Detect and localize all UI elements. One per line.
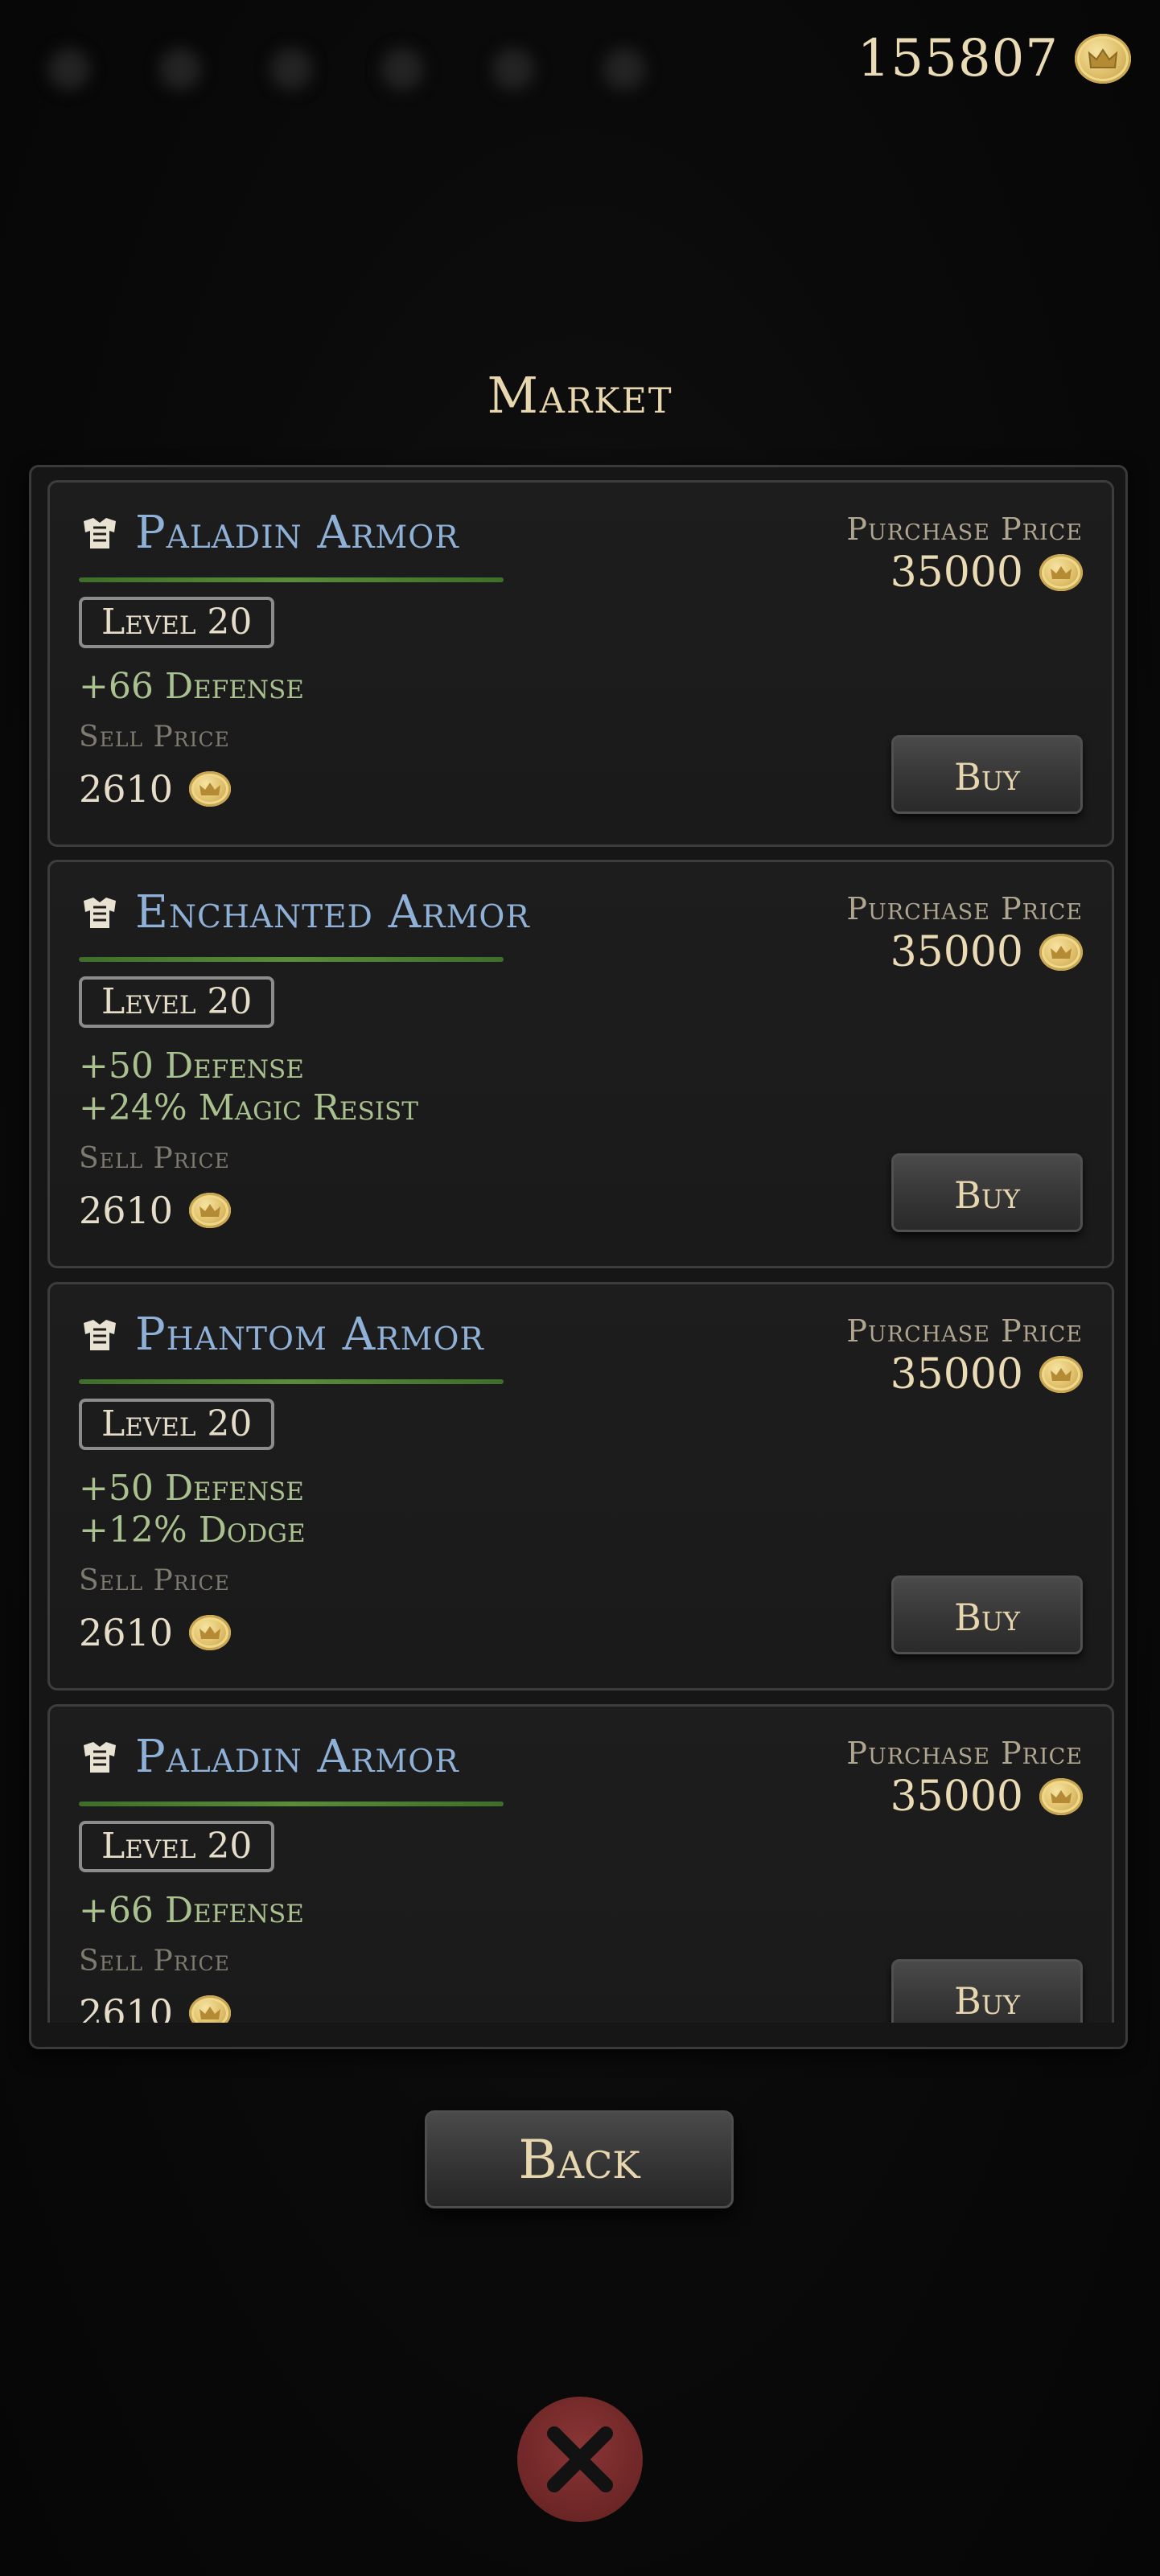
sell-price-label: Sell Price [79, 1142, 230, 1175]
sell-price-value: 2610 [79, 1611, 174, 1654]
purchase-price-label: Purchase Price [846, 512, 1083, 547]
item-stats: +66 Defense [79, 666, 304, 708]
market-item-card: Phantom Armor Level 20 +50 Defense +12% … [47, 1282, 1114, 1691]
level-badge: Level 20 [79, 1399, 275, 1450]
armor-icon [84, 1742, 116, 1773]
blurred-status-icons [48, 48, 645, 90]
back-button[interactable]: Back [425, 2110, 734, 2208]
blurred-icon [270, 48, 312, 90]
name-underline [79, 1379, 504, 1384]
item-name: Phantom Armor [135, 1309, 484, 1361]
crown-coin-icon [189, 1995, 232, 2023]
purchase-price: 35000 [891, 1773, 1083, 1821]
purchase-price-value: 35000 [890, 1773, 1023, 1821]
crown-coin-icon [189, 771, 232, 807]
crown-coin-icon [1039, 1356, 1083, 1393]
level-badge: Level 20 [79, 1821, 275, 1872]
crown-coin-icon [1039, 554, 1083, 591]
market-title: Market [487, 366, 673, 425]
name-underline [79, 1802, 504, 1806]
sell-price: 2610 [79, 1611, 232, 1654]
market-screen: 155807 Market Paladin Armor Level 20 +66… [0, 0, 1160, 2576]
crown-coin-icon [1039, 1778, 1083, 1815]
name-underline [79, 577, 504, 582]
gold-amount: 155807 [857, 29, 1059, 88]
purchase-price-label: Purchase Price [846, 891, 1083, 926]
purchase-price-label: Purchase Price [846, 1736, 1083, 1771]
item-stat: +50 Defense [79, 1468, 304, 1509]
buy-button[interactable]: Buy [891, 1959, 1083, 2023]
item-stats: +50 Defense +24% Magic Resist [79, 1046, 418, 1129]
blurred-icon [492, 48, 534, 90]
item-stat: +12% Dodge [79, 1510, 306, 1551]
purchase-price-label: Purchase Price [846, 1313, 1083, 1349]
armor-icon [84, 518, 116, 548]
sell-price-label: Sell Price [79, 1945, 230, 1978]
item-list[interactable]: Paladin Armor Level 20 +66 Defense Sell … [47, 480, 1114, 2023]
item-name: Enchanted Armor [135, 886, 530, 939]
purchase-price: 35000 [891, 548, 1083, 597]
crown-coin-icon [1039, 934, 1083, 971]
market-item-card: Paladin Armor Level 20 +66 Defense Sell … [47, 480, 1114, 847]
name-underline [79, 957, 504, 962]
blurred-icon [48, 48, 90, 90]
level-badge: Level 20 [79, 597, 275, 648]
purchase-price-value: 35000 [890, 548, 1023, 597]
market-panel: Paladin Armor Level 20 +66 Defense Sell … [29, 465, 1128, 2049]
gold-balance: 155807 [858, 29, 1131, 88]
sell-price-value: 2610 [79, 1189, 174, 1232]
purchase-price: 35000 [891, 928, 1083, 976]
purchase-price-value: 35000 [890, 928, 1023, 976]
sell-price-value: 2610 [79, 767, 174, 811]
buy-button[interactable]: Buy [891, 1153, 1083, 1232]
armor-icon [84, 1320, 116, 1350]
sell-price: 2610 [79, 1991, 232, 2023]
item-stat: +24% Magic Resist [79, 1087, 418, 1128]
sell-price: 2610 [79, 767, 232, 811]
item-stats: +50 Defense +12% Dodge [79, 1468, 306, 1551]
buy-button[interactable]: Buy [891, 1576, 1083, 1654]
item-stats: +66 Defense [79, 1890, 304, 1932]
item-stat: +66 Defense [79, 1890, 304, 1931]
sell-price-label: Sell Price [79, 721, 230, 754]
market-item-card: Enchanted Armor Level 20 +50 Defense +24… [47, 860, 1114, 1268]
sell-price-label: Sell Price [79, 1564, 230, 1597]
crown-coin-icon [189, 1615, 232, 1650]
purchase-price-value: 35000 [890, 1350, 1023, 1399]
sell-price-value: 2610 [79, 1991, 174, 2023]
crown-coin-icon [1075, 34, 1131, 84]
item-stat: +50 Defense [79, 1046, 304, 1087]
sell-price: 2610 [79, 1189, 232, 1232]
buy-button[interactable]: Buy [891, 735, 1083, 814]
close-button[interactable] [517, 2397, 643, 2522]
blurred-icon [603, 48, 645, 90]
item-stat: +66 Defense [79, 666, 304, 707]
market-item-card: Paladin Armor Level 20 +66 Defense Sell … [47, 1704, 1114, 2023]
item-name: Paladin Armor [135, 1731, 459, 1783]
blurred-icon [159, 48, 201, 90]
close-x-icon [547, 2426, 613, 2492]
purchase-price: 35000 [891, 1350, 1083, 1399]
crown-coin-icon [189, 1193, 232, 1228]
blurred-icon [381, 48, 423, 90]
level-badge: Level 20 [79, 976, 275, 1028]
armor-icon [84, 898, 116, 928]
item-name: Paladin Armor [135, 507, 459, 559]
